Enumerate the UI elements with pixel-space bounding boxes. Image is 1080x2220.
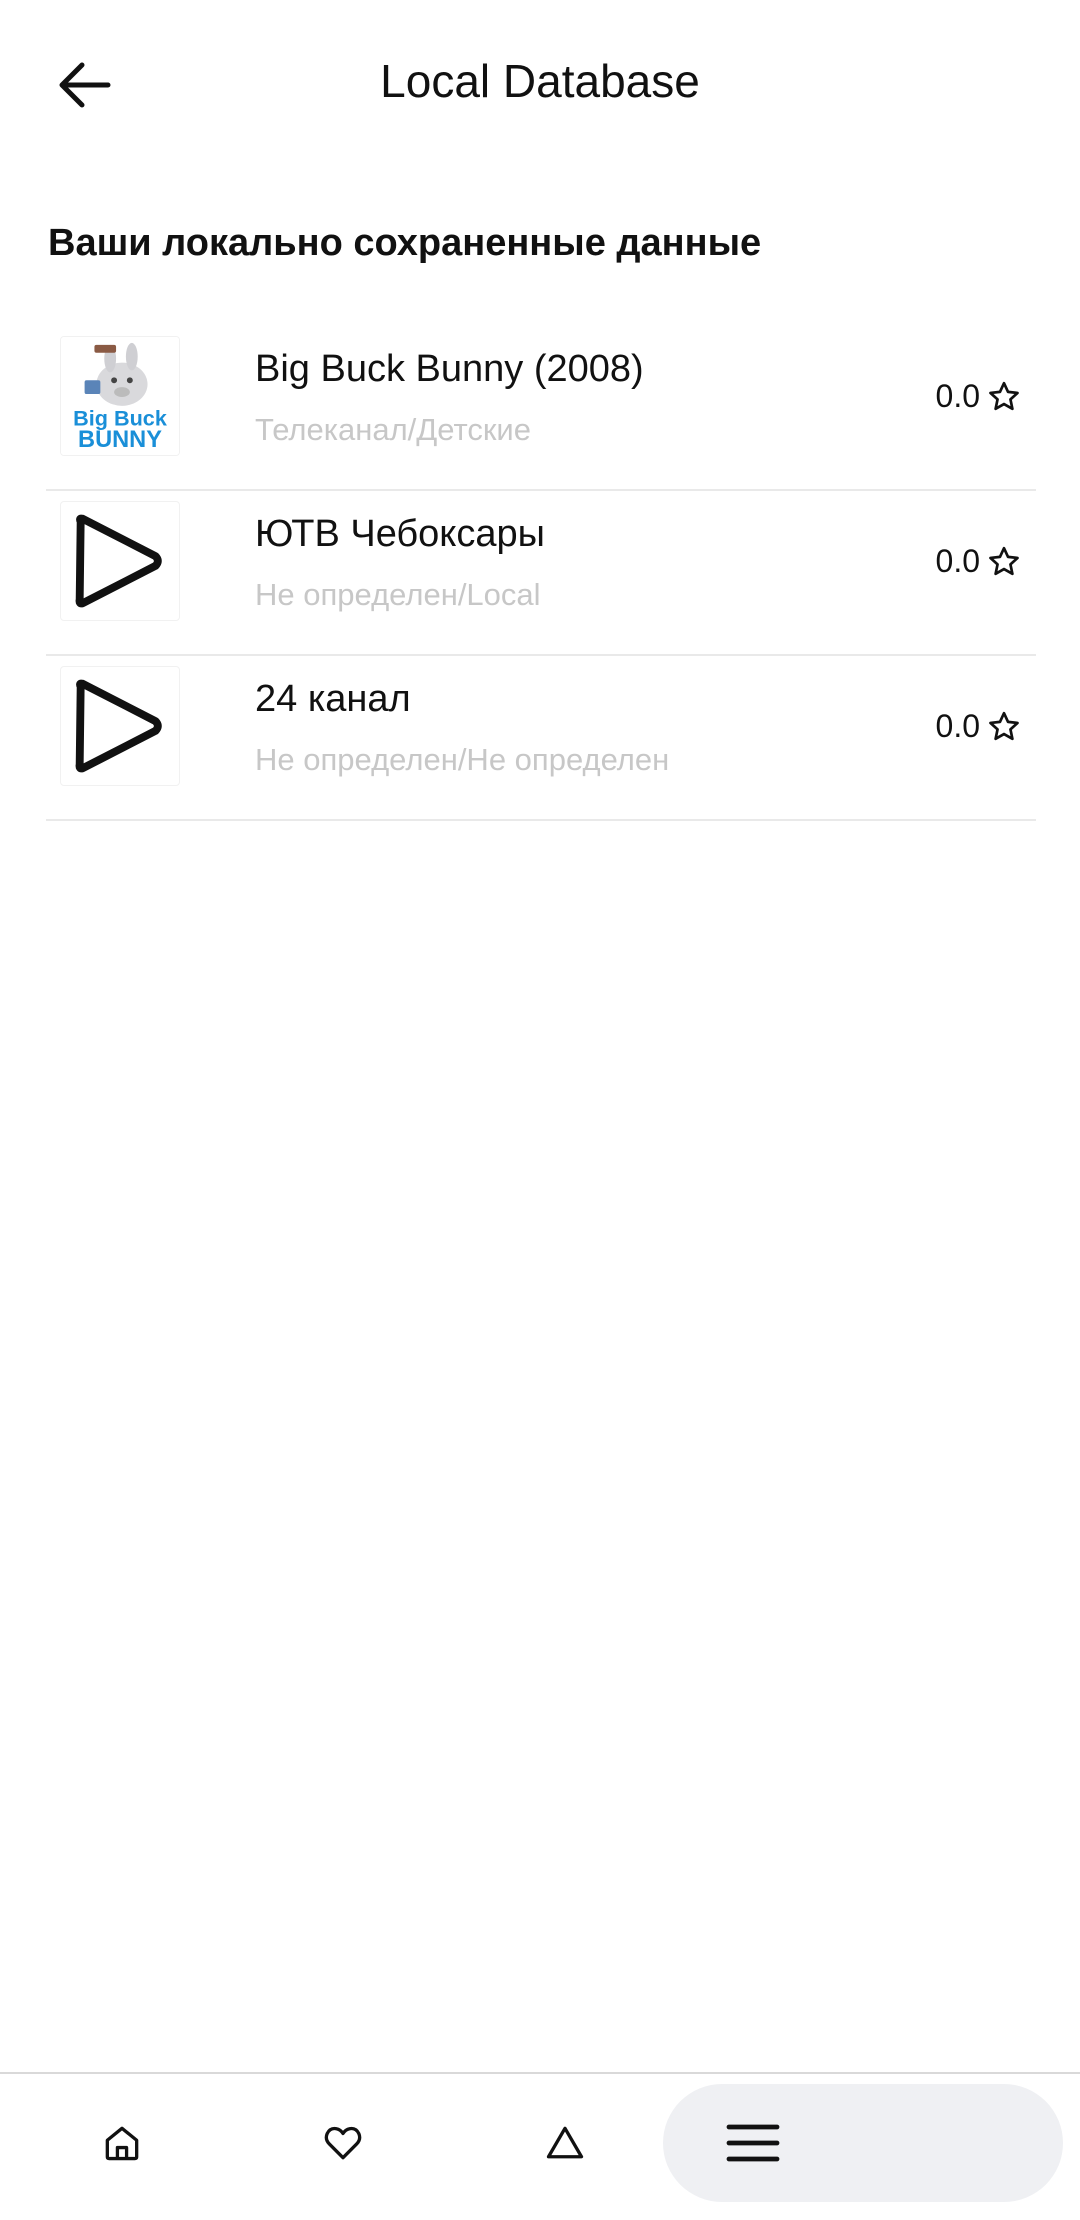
- play-icon: [75, 514, 162, 608]
- page-title: Local Database: [380, 55, 700, 107]
- item-rating[interactable]: 0.0: [936, 543, 1022, 580]
- list-item[interactable]: 24 канал Не определен/Не определен 0.0: [46, 656, 1036, 821]
- play-thumbnail: [60, 501, 180, 621]
- rating-value: 0.0: [935, 378, 980, 414]
- item-rating[interactable]: 0.0: [936, 708, 1022, 745]
- star-icon: [989, 711, 1019, 740]
- list-item[interactable]: ЮТВ Чебоксары Не определен/Local 0.0: [46, 491, 1036, 656]
- big-buck-bunny-poster: Big Buck BUNNY: [60, 336, 180, 456]
- home-icon: [105, 2126, 139, 2161]
- bottom-navigation: [0, 2072, 1080, 2220]
- star-icon: [989, 381, 1019, 410]
- database-list: Big Buck BUNNY Big Buck Bunny (2008) Тел…: [46, 326, 1036, 821]
- heart-icon: [324, 2126, 362, 2160]
- nav-favorites-button[interactable]: [243, 2084, 443, 2202]
- star-icon: [989, 546, 1019, 575]
- nav-triangle-button[interactable]: [465, 2084, 665, 2202]
- rating-value: 0.0: [935, 708, 980, 744]
- list-item[interactable]: Big Buck BUNNY Big Buck Bunny (2008) Тел…: [46, 326, 1036, 491]
- top-bar: Local Database: [0, 0, 1080, 170]
- item-subtitle: Не определен/Local: [255, 577, 541, 612]
- item-rating[interactable]: 0.0: [936, 378, 1022, 415]
- poster-title-line2: BUNNY: [78, 427, 162, 453]
- triangle-icon: [546, 2126, 584, 2159]
- app-screen: Local Database Ваши локально сохраненные…: [0, 0, 1080, 2220]
- item-title: ЮТВ Чебоксары: [255, 513, 545, 555]
- nav-home-button[interactable]: [22, 2084, 222, 2202]
- item-subtitle: Не определен/Не определен: [255, 742, 670, 777]
- item-subtitle: Телеканал/Детские: [255, 412, 531, 447]
- play-thumbnail: [60, 666, 180, 786]
- nav-menu-button[interactable]: [663, 2084, 1063, 2202]
- rating-value: 0.0: [935, 543, 980, 579]
- menu-icon: [726, 2124, 780, 2162]
- item-title: 24 канал: [255, 678, 411, 720]
- item-title: Big Buck Bunny (2008): [255, 348, 644, 390]
- play-icon: [75, 679, 162, 773]
- section-title: Ваши локально сохраненные данные: [48, 222, 762, 264]
